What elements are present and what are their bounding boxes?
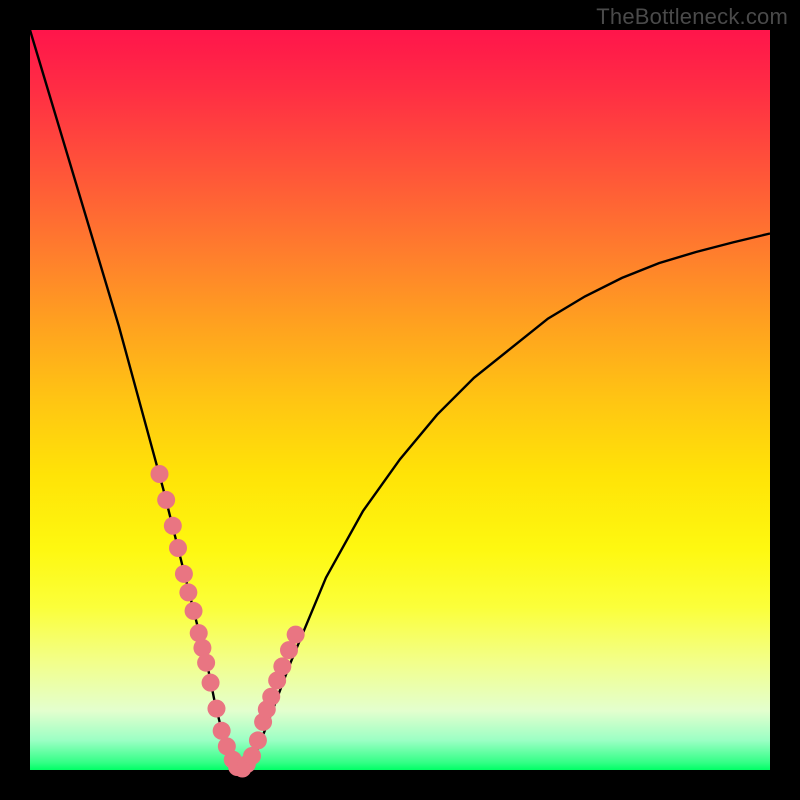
data-marker bbox=[197, 654, 215, 672]
data-marker bbox=[175, 565, 193, 583]
data-marker bbox=[202, 674, 220, 692]
data-marker bbox=[179, 583, 197, 601]
data-marker bbox=[164, 517, 182, 535]
watermark-text: TheBottleneck.com bbox=[596, 4, 788, 30]
data-marker bbox=[273, 657, 291, 675]
bottleneck-curve bbox=[30, 30, 770, 770]
data-marker bbox=[169, 539, 187, 557]
chart-svg bbox=[30, 30, 770, 770]
chart-frame: TheBottleneck.com bbox=[0, 0, 800, 800]
data-marker bbox=[213, 722, 231, 740]
data-markers bbox=[151, 465, 305, 778]
data-marker bbox=[207, 700, 225, 718]
data-marker bbox=[280, 641, 298, 659]
data-marker bbox=[157, 491, 175, 509]
plot-area bbox=[30, 30, 770, 770]
data-marker bbox=[287, 626, 305, 644]
data-marker bbox=[243, 747, 261, 765]
data-marker bbox=[262, 688, 280, 706]
data-marker bbox=[249, 731, 267, 749]
data-marker bbox=[185, 602, 203, 620]
data-marker bbox=[151, 465, 169, 483]
